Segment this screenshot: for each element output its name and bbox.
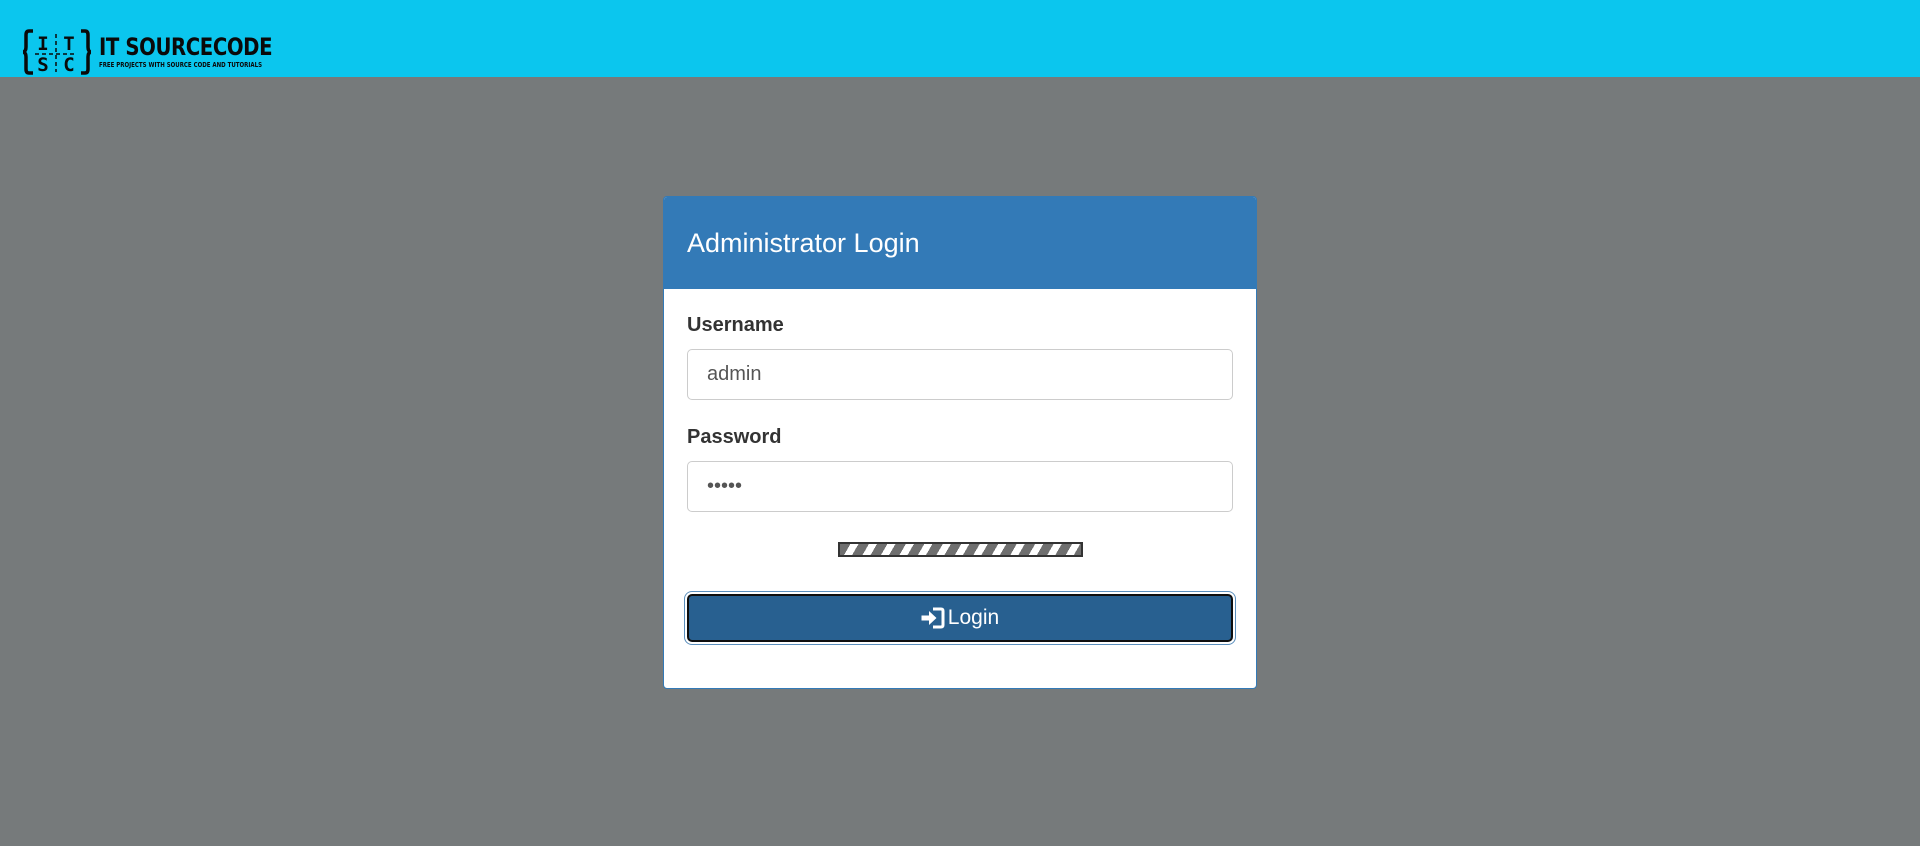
username-label: Username <box>687 314 784 336</box>
itsc-logo-icon: I T S C <box>23 29 91 76</box>
brand-name: IT SOURCECODE <box>99 32 273 61</box>
captcha-row <box>687 542 1233 557</box>
panel-heading: Administrator Login <box>664 197 1256 289</box>
panel-title: Administrator Login <box>687 227 920 258</box>
svg-text:S: S <box>37 54 48 76</box>
panel-body: Username Password Login <box>664 314 1256 642</box>
top-navbar: I T S C IT SOURCECODE FREE PROJECTS WITH… <box>0 0 1920 77</box>
login-panel: Administrator Login Username Password Lo… <box>663 196 1257 689</box>
svg-text:C: C <box>63 54 74 76</box>
password-label: Password <box>687 426 782 448</box>
login-button-label: Login <box>947 606 1000 629</box>
brand-logo-link[interactable]: I T S C IT SOURCECODE FREE PROJECTS WITH… <box>23 28 310 76</box>
sign-in-icon <box>921 607 945 629</box>
username-input[interactable] <box>687 349 1233 400</box>
login-button[interactable]: Login <box>687 594 1233 642</box>
svg-text:I: I <box>37 33 48 55</box>
captcha-image <box>837 542 1083 557</box>
svg-text:T: T <box>63 33 74 55</box>
brand-text: IT SOURCECODE FREE PROJECTS WITH SOURCE … <box>99 35 310 70</box>
password-input[interactable] <box>687 461 1233 512</box>
brand-tagline: FREE PROJECTS WITH SOURCE CODE AND TUTOR… <box>99 60 263 69</box>
